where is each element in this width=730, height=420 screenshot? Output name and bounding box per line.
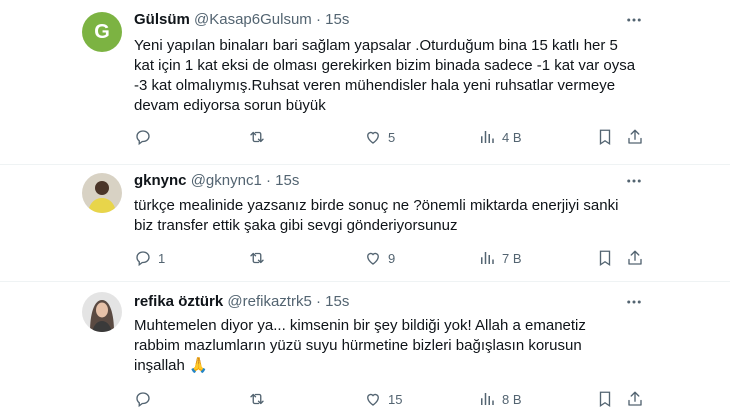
profile-photo bbox=[82, 292, 122, 332]
tweet-text: Yeni yapılan binaları bari sağlam yapsal… bbox=[134, 36, 654, 116]
tweet-text-line: Muhtemelen diyor ya... kimsenin bir şey … bbox=[134, 317, 586, 334]
timestamp[interactable]: 15s bbox=[325, 293, 349, 310]
separator-dot: · bbox=[315, 293, 321, 310]
tweet-text-line: kat için 1 kat eksi de olması gerekirken… bbox=[134, 57, 636, 74]
heart-icon bbox=[367, 131, 379, 144]
tweet-header: refika öztürk @refikaztrk5 · 15s bbox=[134, 292, 349, 312]
tweet-actions: 5 4 B bbox=[0, 127, 730, 147]
retweet-button[interactable] bbox=[248, 389, 272, 409]
tweet-text-line: türkçe mealinide yazsanız birde sonuç ne… bbox=[134, 197, 619, 214]
tweet-card[interactable]: G Gülsüm @Kasap6Gulsum · 15s Yeni yapıla… bbox=[0, 0, 730, 165]
views-count: 7 B bbox=[502, 250, 522, 266]
avatar[interactable] bbox=[82, 173, 122, 213]
tweet-actions: 1 9 7 B bbox=[0, 248, 730, 268]
avatar[interactable] bbox=[82, 292, 122, 332]
tweet-text-line: Yeni yapılan binaları bari sağlam yapsal… bbox=[134, 37, 618, 54]
views-button[interactable]: 7 B bbox=[478, 248, 522, 268]
profile-photo bbox=[82, 173, 122, 213]
more-icon bbox=[627, 18, 641, 22]
views-button[interactable]: 8 B bbox=[478, 389, 522, 409]
retweet-icon bbox=[250, 252, 264, 264]
user-handle[interactable]: @Kasap6Gulsum bbox=[194, 11, 312, 28]
like-button[interactable]: 5 bbox=[364, 127, 395, 147]
tweet-text-line: devam ediyorsa sorun büyük bbox=[134, 97, 326, 114]
views-count: 8 B bbox=[502, 391, 522, 407]
separator-dot: · bbox=[265, 172, 271, 189]
heart-icon bbox=[367, 393, 379, 406]
retweet-icon bbox=[250, 393, 264, 405]
more-icon bbox=[627, 179, 641, 183]
like-count: 5 bbox=[388, 129, 396, 145]
share-button[interactable] bbox=[626, 389, 644, 409]
tweet-header: gknync @gknync1 · 15s bbox=[134, 171, 299, 191]
share-button[interactable] bbox=[626, 248, 644, 268]
like-count: 9 bbox=[388, 250, 396, 266]
display-name[interactable]: Gülsüm bbox=[134, 11, 190, 28]
tweet-text-line: -3 kat olmalıymış.Ruhsat veren mühendisl… bbox=[134, 77, 616, 94]
timestamp[interactable]: 15s bbox=[275, 172, 299, 189]
timestamp[interactable]: 15s bbox=[325, 11, 349, 28]
reply-icon bbox=[136, 251, 150, 267]
tweet-text-line: biz transfer ettik şaka gibi sevgi gönde… bbox=[134, 217, 458, 234]
tweet-actions: 15 8 B bbox=[0, 389, 730, 409]
tweet-text: türkçe mealinide yazsanız birde sonuç ne… bbox=[134, 196, 654, 236]
views-count: 4 B bbox=[502, 129, 522, 145]
display-name[interactable]: gknync bbox=[134, 172, 187, 189]
reply-button[interactable] bbox=[134, 389, 158, 409]
retweet-icon bbox=[250, 131, 264, 143]
tweet-card[interactable]: gknync @gknync1 · 15s türkçe mealinide y… bbox=[0, 165, 730, 282]
reply-button[interactable] bbox=[134, 127, 158, 147]
avatar[interactable]: G bbox=[82, 12, 122, 52]
avatar-letter: G bbox=[94, 20, 110, 43]
tweet-text-line: inşallah 🙏 bbox=[134, 357, 208, 374]
display-name[interactable]: refika öztürk bbox=[134, 293, 223, 310]
reply-icon bbox=[136, 392, 150, 408]
bookmark-icon bbox=[599, 129, 611, 146]
share-icon bbox=[628, 129, 642, 144]
views-icon bbox=[481, 252, 494, 264]
bookmark-icon bbox=[599, 391, 611, 408]
more-icon bbox=[627, 300, 641, 304]
retweet-button[interactable] bbox=[248, 127, 272, 147]
like-button[interactable]: 9 bbox=[364, 248, 395, 268]
tweet-text-line: rabbim mazlumların yüzü suyu hürmetine b… bbox=[134, 337, 582, 354]
bookmark-icon bbox=[599, 250, 611, 267]
tweet-card[interactable]: refika öztürk @refikaztrk5 · 15s Muhteme… bbox=[0, 282, 730, 420]
more-button[interactable] bbox=[624, 10, 644, 30]
more-button[interactable] bbox=[624, 171, 644, 191]
share-icon bbox=[628, 250, 642, 265]
views-button[interactable]: 4 B bbox=[478, 127, 522, 147]
views-icon bbox=[481, 393, 494, 405]
more-button[interactable] bbox=[624, 292, 644, 312]
tweet-text: Muhtemelen diyor ya... kimsenin bir şey … bbox=[134, 316, 654, 376]
separator-dot: · bbox=[315, 11, 321, 28]
views-icon bbox=[481, 131, 494, 143]
share-icon bbox=[628, 391, 642, 406]
bookmark-button[interactable] bbox=[596, 127, 614, 147]
retweet-button[interactable] bbox=[248, 248, 272, 268]
reply-icon bbox=[136, 130, 150, 146]
like-button[interactable]: 15 bbox=[364, 389, 402, 409]
tweet-header: Gülsüm @Kasap6Gulsum · 15s bbox=[134, 10, 349, 30]
bookmark-button[interactable] bbox=[596, 389, 614, 409]
user-handle[interactable]: @gknync1 bbox=[191, 172, 262, 189]
bookmark-button[interactable] bbox=[596, 248, 614, 268]
user-handle[interactable]: @refikaztrk5 bbox=[227, 293, 311, 310]
reply-count: 1 bbox=[158, 250, 166, 266]
share-button[interactable] bbox=[626, 127, 644, 147]
like-count: 15 bbox=[388, 391, 403, 407]
reply-button[interactable]: 1 bbox=[134, 248, 165, 268]
heart-icon bbox=[367, 252, 379, 265]
